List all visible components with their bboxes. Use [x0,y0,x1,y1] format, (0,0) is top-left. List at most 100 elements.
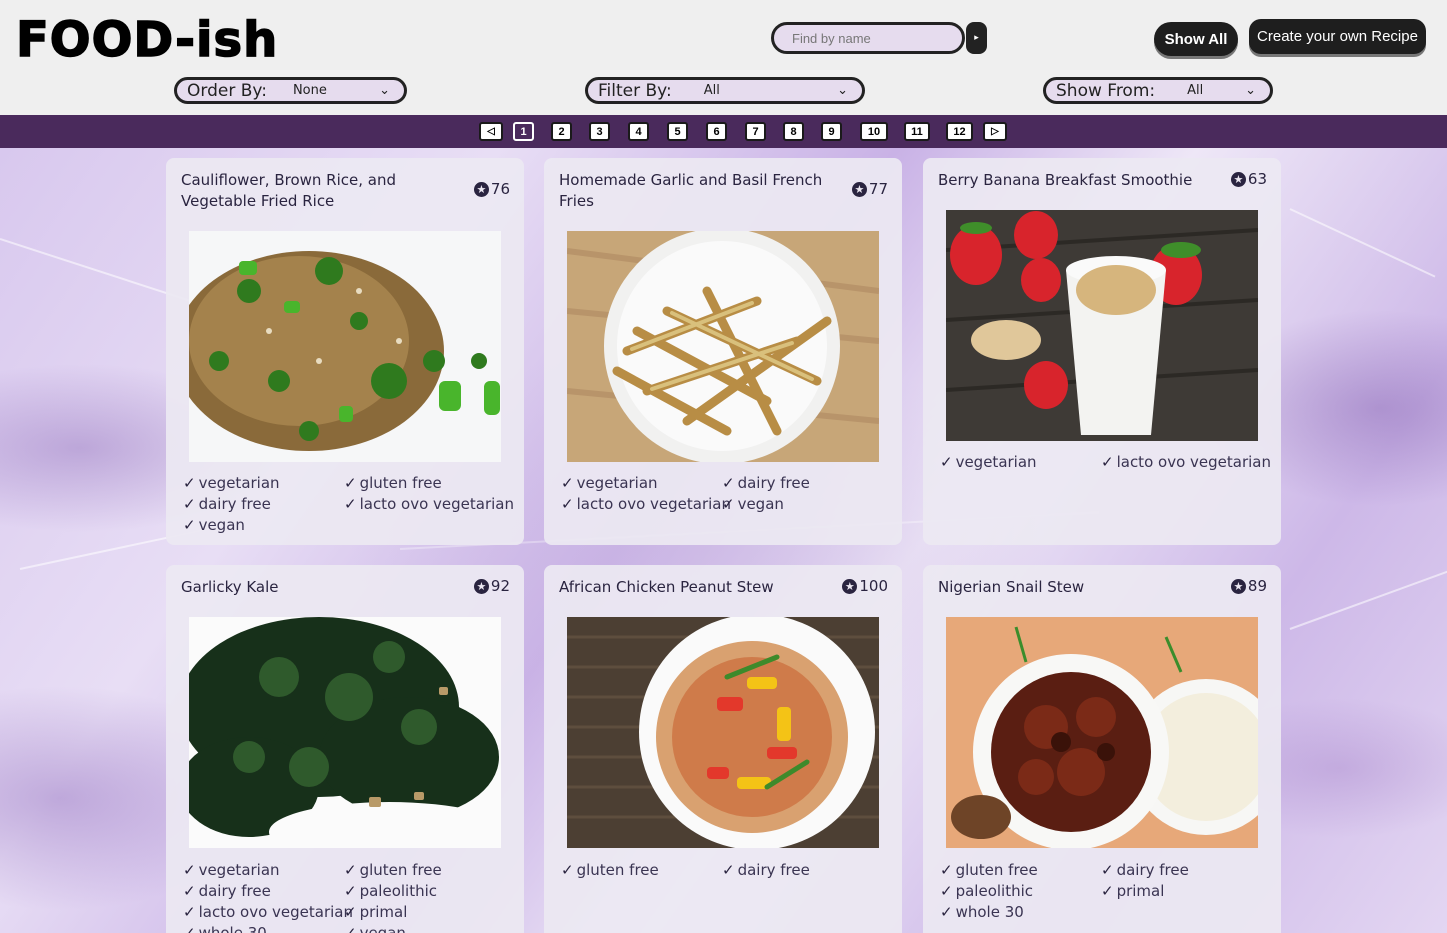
show-all-button[interactable]: Show All [1154,22,1238,56]
rating-value: 89 [1247,577,1267,595]
logo[interactable]: FOOD-ish [15,11,278,69]
diet-tag: ✓ vegetarian [183,474,280,492]
recipe-title[interactable]: Homemade Garlic and Basil French Fries [559,170,829,212]
page-button-6[interactable]: 6 [706,122,727,141]
star-icon: ★ [842,578,858,594]
diet-tag: ✓ paleolithic [344,882,438,900]
diet-tag: ✓ whole 30 [940,903,1024,921]
diet-tag: ✓ vegetarian [183,861,280,879]
fried-rice-photo[interactable] [189,231,501,462]
check-icon: ✓ [1101,882,1114,900]
recipe-rating: ★ 100 [842,577,888,595]
diet-tags: ✓ gluten free ✓ dairy free [561,860,891,881]
diet-tags: ✓ vegetarian ✓ gluten free ✓ dairy free ✓ la… [183,473,514,536]
show-from-select[interactable]: Show From: All ⌄ [1043,77,1273,104]
kale-photo[interactable] [189,617,501,848]
recipe-card[interactable]: African Chicken Peanut Stew ★ 100 ✓ glute… [544,565,902,933]
snail-stew-photo[interactable] [946,617,1258,848]
check-icon: ✓ [722,495,735,513]
recipe-card[interactable]: Nigerian Snail Stew ★ 89 ✓ gluten free ✓ d… [923,565,1281,933]
order-by-select[interactable]: Order By: None ⌄ [174,77,407,104]
smoothie-photo[interactable] [946,210,1258,441]
page-button-11[interactable]: 11 [904,122,930,141]
diet-tags: ✓ gluten free ✓ dairy free ✓ paleolithic ✓ p… [940,860,1270,923]
chevron-down-icon: ⌄ [1245,83,1256,98]
recipe-card[interactable]: Garlicky Kale ★ 92 ✓ vegetarian ✓ gluten… [166,565,524,933]
page-button-3[interactable]: 3 [589,122,610,141]
filter-by-select[interactable]: Filter By: All ⌄ [585,77,865,104]
filter-by-label: Filter By: [598,80,672,101]
page-button-9[interactable]: 9 [821,122,842,141]
next-page-button[interactable]: ▷ [983,122,1007,141]
diet-tag: ✓ vegan [183,516,245,534]
page-button-8[interactable]: 8 [783,122,804,141]
diet-tag: ✓ dairy free [722,861,810,879]
page-button-2[interactable]: 2 [551,122,572,141]
page-button-10[interactable]: 10 [860,122,888,141]
prev-page-button[interactable]: ◁ [479,122,503,141]
rating-value: 92 [490,577,510,595]
check-icon: ✓ [344,924,357,933]
recipe-title[interactable]: Garlicky Kale [181,577,451,598]
peanut-stew-photo[interactable] [567,617,879,848]
marble-vein [1289,569,1447,630]
diet-tags: ✓ vegetarian ✓ lacto ovo vegetarian [940,452,1271,473]
star-icon: ★ [1230,171,1246,187]
diet-tag: ✓ vegan [344,923,514,933]
create-recipe-button[interactable]: Create your own Recipe [1249,19,1426,54]
french-fries-photo[interactable] [567,231,879,462]
diet-tag: ✓ whole 30 [183,923,344,933]
order-by-label: Order By: [187,80,267,101]
page-button-4[interactable]: 4 [628,122,649,141]
search-input[interactable] [771,22,965,54]
recipe-title[interactable]: African Chicken Peanut Stew [559,577,829,598]
check-icon: ✓ [722,861,735,879]
star-icon: ★ [473,578,489,594]
check-icon: ✓ [561,861,574,879]
rating-value: 76 [490,180,510,198]
marble-vein [1289,208,1436,278]
diet-tag: ✓ gluten free [344,474,442,492]
check-icon: ✓ [561,495,574,513]
rating-value: 100 [859,577,888,595]
diet-tag: ✓ dairy free [722,474,810,492]
check-icon: ✓ [344,474,357,492]
check-icon: ✓ [183,474,196,492]
rating-value: 63 [1247,170,1267,188]
page-button-1[interactable]: 1 [513,122,534,141]
page-button-12[interactable]: 12 [946,122,973,141]
recipe-card[interactable]: Cauliflower, Brown Rice, and Vegetable F… [166,158,524,545]
check-icon: ✓ [183,861,196,879]
check-icon: ✓ [183,495,196,513]
diet-tag: ✓ lacto ovo vegetarian [344,495,514,513]
diet-tag: ✓ dairy free [183,495,271,513]
diet-tag: ✓ gluten free [940,861,1038,879]
diet-tag: ✓ gluten free [344,861,442,879]
diet-tag: ✓ lacto ovo vegetarian [183,903,353,921]
diet-tags: ✓ vegetarian ✓ dairy free ✓ lacto ovo veget… [561,473,891,515]
star-icon: ★ [473,181,489,197]
recipe-title[interactable]: Cauliflower, Brown Rice, and Vegetable F… [181,170,451,212]
check-icon: ✓ [722,474,735,492]
page-button-5[interactable]: 5 [667,122,688,141]
diet-tags: ✓ vegetarian ✓ gluten free ✓ dairy free ✓ pa… [183,860,513,933]
page-button-7[interactable]: 7 [745,122,766,141]
triangle-right-icon: ▷ [991,126,999,137]
rating-value: 77 [868,180,888,198]
recipe-rating: ★ 63 [1230,170,1267,188]
search-bar: ▸ [771,22,987,54]
recipe-grid: Cauliflower, Brown Rice, and Vegetable F… [0,148,1447,933]
search-button[interactable]: ▸ [966,22,987,54]
recipe-rating: ★ 92 [473,577,510,595]
check-icon: ✓ [344,861,357,879]
recipe-title[interactable]: Berry Banana Breakfast Smoothie [938,170,1208,191]
diet-tag: ✓ primal [1101,882,1165,900]
diet-tag: ✓ paleolithic [940,882,1034,900]
recipe-card[interactable]: Homemade Garlic and Basil French Fries ★… [544,158,902,545]
diet-tag: ✓ lacto ovo vegetarian [1101,453,1271,471]
recipe-card[interactable]: Berry Banana Breakfast Smoothie ★ 63 ✓ v… [923,158,1281,545]
pagination-bar: ◁ 1 2 3 4 5 6 7 8 9 10 11 12 ▷ [0,115,1447,148]
play-arrow-icon: ▸ [974,33,979,43]
recipe-title[interactable]: Nigerian Snail Stew [938,577,1208,598]
check-icon: ✓ [1101,453,1114,471]
